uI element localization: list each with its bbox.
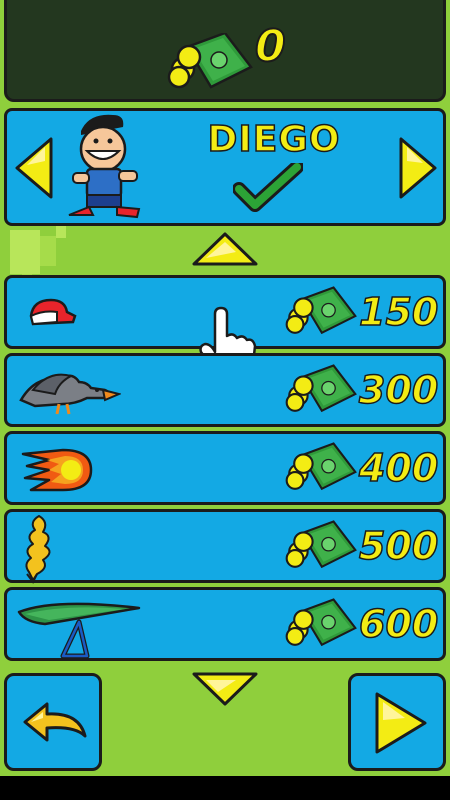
shop-item-row[interactable]: 600 — [4, 587, 446, 661]
prev-character-button[interactable] — [13, 135, 55, 201]
money-bar: 0 — [4, 0, 446, 102]
scroll-up-button[interactable] — [188, 230, 262, 270]
goose-icon — [19, 373, 121, 415]
fireball-icon — [21, 448, 93, 492]
item-price: 150 — [358, 289, 439, 335]
shop-screen: 0 DIEGO 150 300 400 500 600 — [0, 0, 450, 776]
cash-icon — [285, 364, 357, 413]
character-name: DIEGO — [207, 118, 341, 161]
cash-icon — [285, 286, 357, 335]
play-button[interactable] — [348, 673, 446, 771]
cash-icon — [285, 442, 357, 491]
character-panel: DIEGO — [4, 108, 446, 226]
hang-glider-icon — [17, 602, 141, 659]
flame-trail-icon — [25, 515, 51, 584]
item-price: 300 — [358, 367, 439, 413]
play-arrow-icon — [375, 692, 427, 754]
scroll-down-button[interactable] — [188, 668, 262, 710]
back-button[interactable] — [4, 673, 102, 771]
shop-item-row[interactable]: 300 — [4, 353, 446, 427]
shop-item-row[interactable]: 400 — [4, 431, 446, 505]
back-arrow-icon — [23, 702, 87, 742]
item-price: 600 — [358, 601, 439, 647]
cash-icon — [285, 520, 357, 569]
item-price: 400 — [358, 445, 439, 491]
money-balance: 0 — [254, 20, 287, 73]
red-cap-icon — [29, 298, 77, 326]
cash-icon — [285, 598, 357, 647]
selected-checkmark-icon — [233, 163, 303, 212]
cash-icon — [167, 33, 253, 89]
character-avatar — [68, 114, 141, 219]
system-nav-bar — [0, 776, 450, 800]
shop-item-row[interactable]: 500 — [4, 509, 446, 584]
shop-item-row[interactable]: 150 — [4, 275, 446, 378]
next-character-button[interactable] — [397, 135, 439, 201]
item-price: 500 — [358, 523, 439, 569]
